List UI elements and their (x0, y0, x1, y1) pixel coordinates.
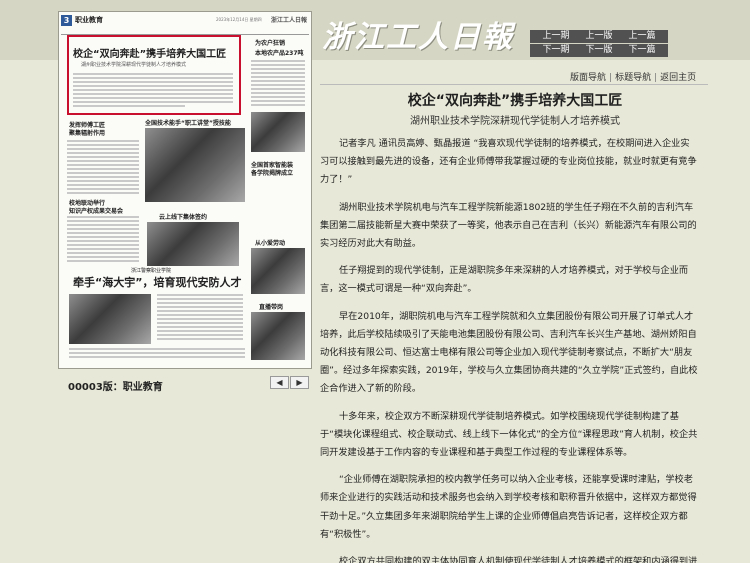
thumb-kicker: 浙江警察职业学院 (131, 268, 172, 274)
next-article-button[interactable]: 下一篇 (616, 44, 668, 57)
thumbnail-headline-sub: 湖州职业技术学院深耕现代学徒制人才培养模式 (81, 62, 187, 68)
article-paragraph: 湖州职业技术学院机电与汽车工程学院新能源1802班的学生任子翔在不久前的吉利汽车… (320, 201, 697, 250)
issue-date: 2023年12月14日 星期四 (216, 17, 262, 22)
article-paragraph: 校企双方共同构建的双主体协同育人机制使现代学徒制人才培养模式的框架和内涵得到进一… (339, 556, 698, 563)
newspaper-logo: 浙江工人日報 (322, 20, 514, 55)
thumb-subhead-1b[interactable]: 聚集辐射作用 (69, 128, 105, 137)
thumbnail-headline: 校企“双向奔赴”携手培养大国工匠 (73, 49, 227, 60)
prev-article-button[interactable]: 上一篇 (616, 30, 668, 43)
home-link[interactable]: 返回主页 (660, 73, 696, 83)
divider (320, 84, 708, 85)
thumb-subhead-3b[interactable]: 备学院揭牌成立 (251, 168, 293, 177)
layout-nav-link[interactable]: 版面导航 (570, 73, 606, 83)
side-headline-2[interactable]: 本地农产品237吨 (255, 48, 304, 57)
bottom-text (157, 294, 243, 342)
bottom-text-2 (69, 348, 245, 360)
thumb-subhead-5[interactable]: 云上线下集体签约 (159, 212, 207, 221)
text-columns (73, 73, 233, 109)
article-paragraph: 记者李凡 通讯员高婷、甄晶报道 “我喜欢现代学徒制的培养模式，在校期间进入企业实… (320, 138, 697, 186)
next-page-arrow-icon[interactable]: ▶ (290, 376, 309, 389)
article-title: 校企“双向奔赴”携手培养大国工匠 (407, 93, 623, 109)
article-subtitle: 湖州职业技术学院深耕现代学徒制人才培养模式 (410, 116, 620, 127)
article-paragraph: “企业师傅在湖职院承担的校内教学任务可以纳入企业考核，还能享受课时津贴，学校老师… (320, 474, 697, 540)
mini-logo: 浙江工人日報 (271, 17, 308, 24)
selected-article-highlight[interactable]: 校企“双向奔赴”携手培养大国工匠 湖州职业技术学院深耕现代学徒制人才培养模式 (67, 35, 241, 115)
livestream-photo (251, 312, 305, 360)
side-headline[interactable]: 为农户狂销 (255, 38, 285, 47)
thumb-subhead-2[interactable]: 全国技术能手“职工讲堂”授技能 (145, 118, 231, 127)
thumb-subhead-8[interactable]: 直播带岗 (259, 302, 283, 311)
labor-photo (251, 248, 305, 294)
col-text-2 (67, 216, 139, 264)
article-paragraph: 早在2010年，湖职院机电与汽车工程学院就和久立集团股份有限公司开展了订单式人才… (320, 310, 698, 395)
thumb-subhead-6[interactable]: 从小爱劳动 (255, 238, 285, 247)
thumbnail-bottom-headline[interactable]: 牵手“海大宇”，培育现代安防人才 (73, 274, 241, 290)
page-caption: 00003版：职业教育 (68, 382, 163, 393)
newspaper-page-thumbnail[interactable]: 3 职业教育 2023年12月14日 星期四 浙江工人日報 校企“双向奔赴”携手… (58, 11, 312, 369)
thumb-subhead-4b[interactable]: 知识产权成果交易会 (69, 206, 123, 215)
page-number-badge: 3 (61, 15, 72, 26)
thumbnail-header: 3 职业教育 2023年12月14日 星期四 浙江工人日報 (61, 14, 309, 35)
prev-page-arrow-icon[interactable]: ◀ (270, 376, 289, 389)
signing-photo (147, 222, 239, 266)
article-body: 记者李凡 通讯员高婷、甄晶报道 “我喜欢现代学徒制的培养模式，在校期间进入企业实… (320, 135, 698, 563)
main-photo (145, 128, 245, 202)
side-text (251, 60, 305, 108)
article-paragraph: 十多年来，校企双方不断深耕现代学徒制培养模式。如学校围绕现代学徒制构建了基于“模… (320, 410, 698, 459)
title-nav-link[interactable]: 标题导航 (615, 73, 651, 83)
bottom-photo (69, 294, 151, 344)
section-name: 职业教育 (75, 16, 103, 24)
page-links: 版面导航 | 标题导航 | 返回主页 (570, 73, 697, 83)
col-text-1 (67, 140, 139, 196)
side-photo (251, 112, 305, 152)
article-paragraph: 任子翔提到的现代学徒制，正是湖职院多年来深耕的人才培养模式，对于学校与企业而言，… (320, 265, 689, 295)
